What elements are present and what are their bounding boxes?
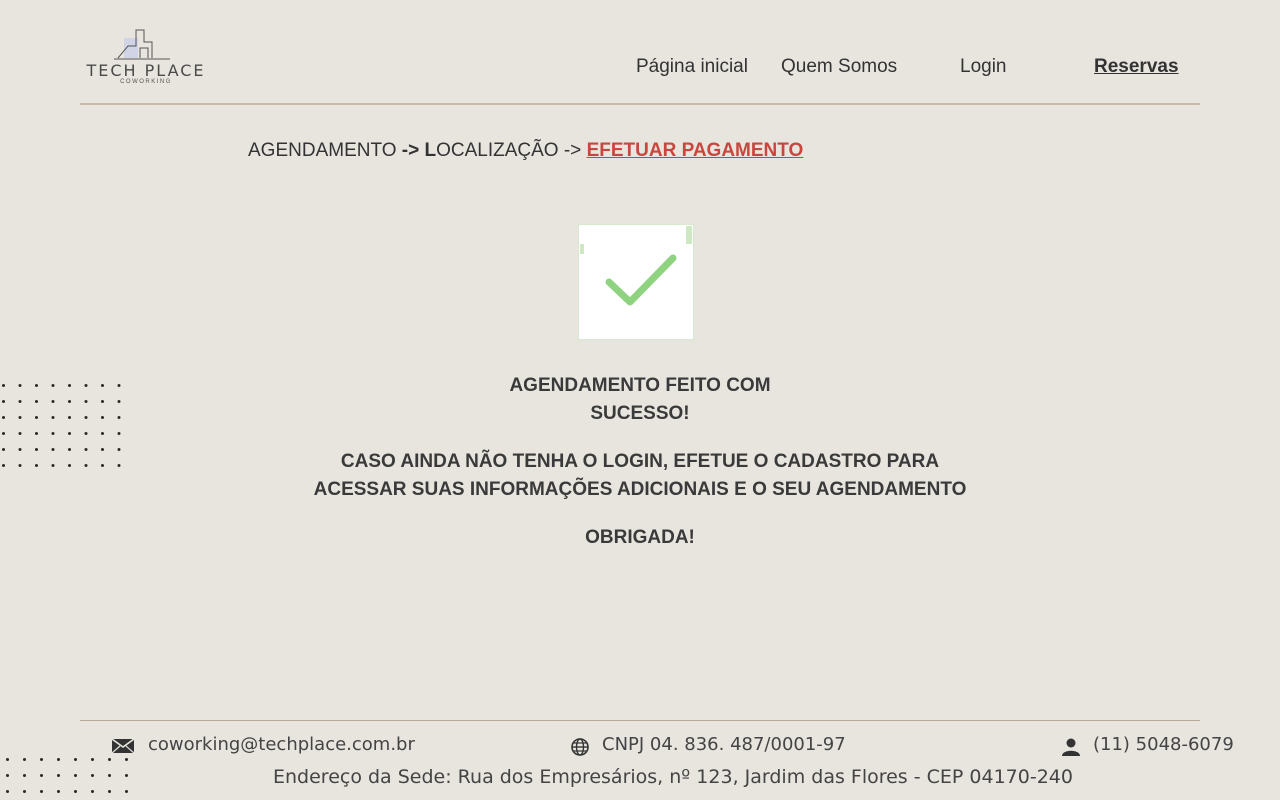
success-message: AGENDAMENTO FEITO COM SUCESSO! (0, 372, 1280, 428)
info-line-2: ACESSAR SUAS INFORMAÇÕES ADICIONAIS E O … (313, 479, 967, 500)
footer-email[interactable]: coworking@techplace.com.br (112, 734, 415, 755)
breadcrumb-step-location-initial: L (419, 140, 437, 161)
decorative-dots-left (0, 376, 126, 472)
success-check-box (578, 224, 694, 340)
breadcrumb: AGENDAMENTO -> LOCALIZAÇÃO -> EFETUAR PA… (248, 140, 803, 162)
breadcrumb-arrow: -> (401, 140, 420, 161)
success-line-2: SUCESSO! (590, 403, 690, 424)
nav-login-link[interactable]: Login (960, 56, 1007, 78)
thanks-message: OBRIGADA! (585, 527, 695, 548)
breadcrumb-step-scheduling: AGENDAMENTO (248, 140, 402, 161)
success-line-1: AGENDAMENTO FEITO COM (509, 375, 771, 396)
footer-address: Endereço da Sede: Rua dos Empresários, n… (273, 766, 1073, 788)
check-icon (580, 226, 692, 306)
footer-cnpj: CNPJ 04. 836. 487/0001-97 (571, 734, 846, 756)
footer-phone-text[interactable]: (11) 5048-6079 (1093, 734, 1234, 755)
header-divider (80, 103, 1200, 105)
footer-divider (80, 720, 1200, 721)
nav-home-link[interactable]: Página inicial (636, 56, 748, 78)
building-logo-icon (114, 29, 170, 60)
breadcrumb-step-location: OCALIZAÇÃO -> (436, 140, 587, 161)
footer-cnpj-text: CNPJ 04. 836. 487/0001-97 (602, 734, 846, 755)
footer-email-text[interactable]: coworking@techplace.com.br (148, 734, 415, 755)
logo[interactable]: TECH PLACE COWORKING (84, 28, 208, 88)
breadcrumb-step-payment[interactable]: EFETUAR PAGAMENTO (587, 140, 804, 161)
globe-icon (571, 738, 589, 756)
footer-phone[interactable]: (11) 5048-6079 (1062, 734, 1234, 756)
user-icon (1062, 738, 1080, 756)
logo-title: TECH PLACE (86, 61, 206, 80)
info-message: CASO AINDA NÃO TENHA O LOGIN, EFETUE O C… (0, 448, 1280, 504)
page: TECH PLACE COWORKING Página inicial Quem… (0, 0, 1280, 800)
mail-icon (112, 738, 134, 754)
info-line-1: CASO AINDA NÃO TENHA O LOGIN, EFETUE O C… (340, 451, 940, 472)
nav-about-link[interactable]: Quem Somos (781, 56, 897, 78)
logo-subtitle: COWORKING (120, 79, 172, 85)
nav-reservations-link[interactable]: Reservas (1094, 56, 1179, 78)
